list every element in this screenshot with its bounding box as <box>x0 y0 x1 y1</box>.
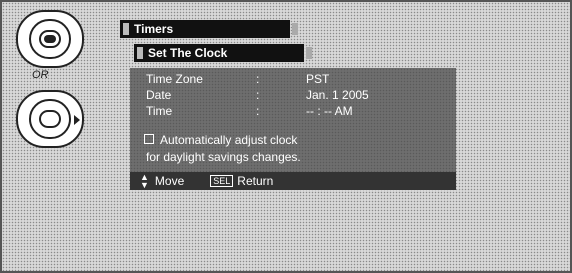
sel-key-icon: SEL <box>210 175 234 187</box>
menu-center-button[interactable] <box>39 30 61 48</box>
auto-adjust-line2: for daylight savings changes. <box>146 150 301 164</box>
remote-ring <box>29 99 71 139</box>
submenu-title-cap-left <box>137 47 143 59</box>
date-label: Date <box>146 88 172 102</box>
or-label: OR <box>32 69 49 81</box>
time-zone-row[interactable]: Time Zone: PST <box>146 72 329 86</box>
remote-menu-button-icon <box>16 10 84 68</box>
tv-screen: OR Timers Set The Clock Time Zone: PST Da… <box>0 0 572 273</box>
remote-right-arrow-button-icon <box>16 90 84 148</box>
auto-adjust-option[interactable]: Automatically adjust clock for daylight … <box>144 132 301 166</box>
submenu-title-bar[interactable]: Set The Clock <box>134 44 312 62</box>
menu-title-bar: Timers <box>120 20 298 38</box>
date-sep: : <box>256 88 260 102</box>
up-down-icon: ▲ ▼ <box>140 172 149 190</box>
time-zone-sep: : <box>256 72 260 86</box>
enter-center-button[interactable] <box>39 110 61 128</box>
time-zone-label: Time Zone <box>146 72 203 86</box>
auto-adjust-line1: Automatically adjust clock <box>160 133 298 147</box>
time-sep: : <box>256 104 260 118</box>
auto-adjust-checkbox[interactable] <box>144 134 154 144</box>
menu-title: Timers <box>134 22 174 36</box>
menu-title-cap-right <box>292 23 298 35</box>
menu-title-cap-left <box>123 23 129 35</box>
time-zone-value: PST <box>306 72 330 86</box>
submenu-title-cap-right <box>306 47 312 59</box>
menu-label-icon <box>44 35 56 43</box>
right-arrow-icon[interactable] <box>74 115 80 125</box>
time-label: Time <box>146 104 173 118</box>
date-row[interactable]: Date: Jan. 1 2005 <box>146 88 369 102</box>
return-label: Return <box>237 174 274 188</box>
move-label: Move <box>154 174 185 188</box>
submenu-title: Set The Clock <box>148 46 228 60</box>
remote-ring <box>29 19 71 59</box>
menu-footer: ▲ ▼ Move SEL Return <box>130 172 456 190</box>
time-row[interactable]: Time: -- : -- AM <box>146 104 353 118</box>
date-value: Jan. 1 2005 <box>306 88 369 102</box>
time-value: -- : -- AM <box>306 104 353 118</box>
